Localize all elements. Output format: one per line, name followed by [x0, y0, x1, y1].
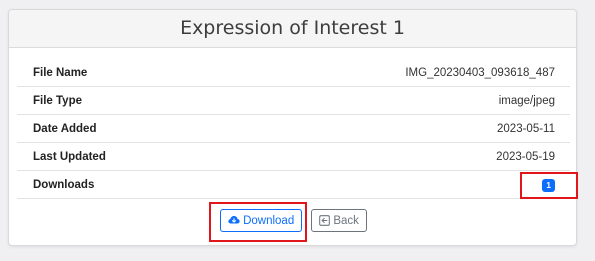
downloads-badge-highlight [520, 172, 578, 199]
detail-value: image/jpeg [498, 94, 555, 107]
card-header: Expression of Interest 1 [9, 10, 576, 48]
detail-value: IMG_20230403_093618_487 [405, 66, 555, 79]
detail-row-downloads: Downloads 1 [17, 171, 570, 199]
detail-row-file-type: File Type image/jpeg [17, 87, 570, 115]
detail-label: Date Added [33, 122, 97, 135]
detail-row-date-added: Date Added 2023-05-11 [17, 115, 570, 143]
detail-value: 2023-05-19 [496, 150, 555, 163]
download-button-highlight [209, 202, 307, 242]
back-button[interactable]: Back [311, 209, 367, 232]
detail-label: Downloads [33, 178, 95, 191]
detail-row-file-name: File Name IMG_20230403_093618_487 [17, 59, 570, 87]
file-details-table: File Name IMG_20230403_093618_487 File T… [17, 59, 570, 199]
detail-value: 2023-05-11 [497, 122, 555, 135]
card-title: Expression of Interest 1 [180, 17, 405, 39]
detail-label: File Type [33, 94, 82, 107]
back-button-label: Back [333, 214, 359, 227]
detail-label: File Name [33, 66, 88, 79]
arrow-left-square-icon [319, 215, 331, 226]
detail-row-last-updated: Last Updated 2023-05-19 [17, 143, 570, 171]
detail-label: Last Updated [33, 150, 106, 163]
